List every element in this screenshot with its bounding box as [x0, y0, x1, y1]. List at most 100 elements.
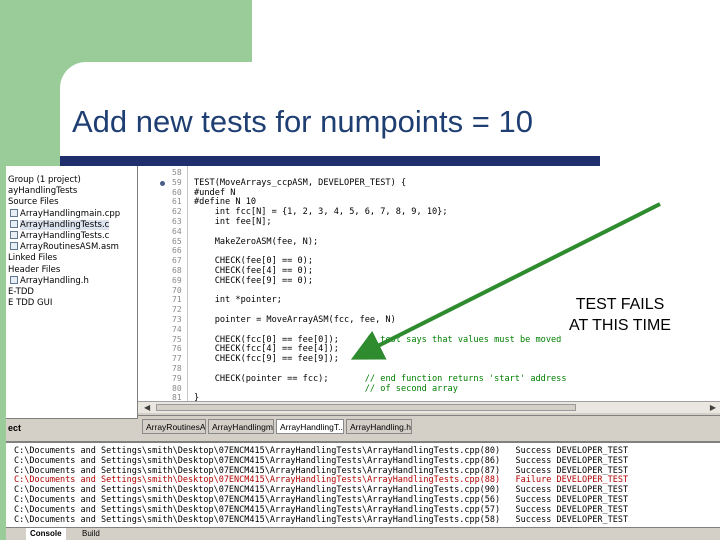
code-comment: // of second array [364, 383, 458, 394]
tree-item-label: E-TDD [8, 287, 34, 297]
code-text: #undef N [194, 187, 236, 198]
tree-item-label: Source Files [8, 197, 59, 208]
callout-text: TEST FAILS AT THIS TIME [560, 294, 680, 336]
scroll-left-icon[interactable]: ◀ [144, 403, 150, 412]
output-line: C:\Documents and Settings\smith\Desktop\… [14, 495, 629, 505]
code-line: // of second array [194, 384, 458, 394]
line-number: 67 [172, 256, 182, 266]
scrollbar-thumb[interactable] [156, 404, 576, 411]
line-number: 80 [172, 383, 182, 393]
scroll-right-icon[interactable]: ▶ [710, 403, 716, 412]
tree-item-label: Group (1 project) [8, 175, 81, 185]
source-file-icon [10, 208, 18, 217]
output-line: C:\Documents and Settings\smith\Desktop\… [14, 504, 629, 515]
code-line: int fcc[N] = {1, 2, 3, 4, 5, 6, 7, 8, 9,… [194, 207, 448, 217]
tree-item-label: ayHandlingTests [8, 186, 78, 197]
line-number: 62 [172, 207, 182, 217]
code-comment: // end function returns 'start' address [364, 373, 567, 384]
tree-item[interactable]: Source Files [8, 197, 59, 208]
callout-line-2: AT THIS TIME [569, 317, 671, 334]
tree-item[interactable]: Header Files [8, 265, 60, 276]
editor-tab[interactable]: ArrayHandling.h [346, 419, 412, 434]
editor-tab-bar: ArrayRoutinesA... ArrayHandlingm... ArrayH… [138, 415, 720, 438]
code-text: MakeZeroASM(fee, N); [194, 236, 319, 247]
line-number: 66 [172, 246, 182, 256]
tree-item[interactable]: E-TDD [8, 287, 34, 298]
code-line: #define N 10 [194, 197, 256, 207]
line-number: 69 [172, 275, 182, 285]
tree-item-label: ArrayHandling.h [20, 275, 89, 286]
tree-item-label: ArrayHandlingmain.cpp [20, 208, 121, 219]
line-number: 68 [172, 266, 182, 275]
editor-tab[interactable]: ArrayHandlingT... [276, 419, 344, 434]
callout-line-1: TEST FAILS [575, 296, 665, 313]
code-text: int *pointer; [194, 295, 282, 306]
code-line: #undef N [194, 188, 235, 198]
tree-item[interactable]: ArrayHandlingTests.c [10, 219, 110, 231]
slide-title: Add new tests for numpoints = 10 [72, 104, 533, 139]
line-number: 65 [172, 236, 182, 246]
source-file-icon [10, 242, 18, 251]
source-file-icon [10, 275, 18, 284]
output-tab-console[interactable]: Console [26, 528, 66, 540]
tree-item-label: Linked Files [8, 253, 58, 264]
editor-tab[interactable]: ArrayHandlingm... [208, 419, 274, 434]
workspace-tab[interactable]: ect [8, 423, 21, 433]
editor-horizontal-scrollbar[interactable]: ◀ ▶ [138, 401, 720, 413]
tree-item[interactable]: E TDD GUI [8, 298, 52, 309]
tree-item[interactable]: ArrayHandlingmain.cpp [10, 208, 121, 220]
code-line: CHECK(fcc[0] == fee[0]); // test says th… [194, 334, 562, 345]
source-file-icon [10, 231, 18, 239]
code-text: int fee[N]; [194, 217, 272, 227]
code-text: int fcc[N] = {1, 2, 3, 4, 5, 6, 7, 8, 9,… [194, 207, 448, 218]
tree-item[interactable]: ArrayHandling.h [10, 275, 89, 287]
tree-item[interactable]: ArrayRoutinesASM.asm [10, 242, 119, 253]
code-line: CHECK(fee[4] == 0); [194, 266, 313, 276]
line-number: 78 [172, 364, 182, 373]
output-tab-build[interactable]: Build [78, 528, 104, 540]
code-text: pointer = MoveArrayASM(fcc, fee, N) [194, 315, 396, 325]
tree-item[interactable]: ayHandlingTests [8, 186, 77, 197]
tree-item-label: E TDD GUI [8, 298, 53, 309]
code-line: MakeZeroASM(fee, N); [194, 236, 319, 247]
code-line: CHECK(fcc[9] == fee[9]); [194, 354, 339, 364]
code-line: CHECK(pointer == fcc); // end function r… [194, 374, 567, 384]
code-line: CHECK(fee[9] == 0); [194, 276, 313, 286]
editor-gutter: 58 59 60 61 62 63 64 65 66 67 68 69 70 71 72 73 74 75 76 77… [138, 166, 188, 401]
code-text: } [194, 393, 200, 401]
code-comment: // test says that values must be moved [364, 334, 562, 345]
output-line: C:\Documents and Settings\smith\Desktop\… [14, 446, 629, 456]
source-file-icon [10, 219, 18, 228]
tree-item-label: ArrayHandlingTests.c [20, 219, 110, 230]
line-number: 79 [172, 373, 182, 383]
line-number: 73 [172, 315, 182, 324]
code-text: CHECK(fcc[9] == fee[9]); [194, 354, 339, 365]
output-line: C:\Documents and Settings\smith\Desktop\… [14, 455, 629, 466]
workspace-tab-bar: ect [6, 418, 138, 438]
code-text: #define N 10 [194, 197, 257, 208]
code-text: CHECK(fee[0] == 0); [194, 256, 313, 267]
code-line: CHECK(fcc[4] == fee[4]); [194, 344, 339, 354]
output-console: C:\Documents and Settings\smith\Desktop\… [6, 441, 720, 527]
tree-item-label: ArrayRoutinesASM.asm [20, 242, 119, 253]
editor-tab[interactable]: ArrayRoutinesA... [142, 419, 206, 434]
code-editor[interactable]: 58 59 60 61 62 63 64 65 66 67 68 69 70 71 72 73 74 75 76 77… [138, 166, 720, 401]
current-line-marker-icon [160, 181, 165, 186]
line-number: 75 [172, 334, 182, 344]
tree-item-label: ArrayHandlingTests.c [20, 231, 110, 241]
ide-screenshot: Group (1 project) ayHandlingTests Source F… [6, 166, 720, 540]
code-text: CHECK(pointer == fcc); [194, 373, 365, 384]
line-number: 60 [172, 187, 182, 197]
code-line: pointer = MoveArrayASM(fcc, fee, N) [194, 315, 396, 325]
workspace-tree: Group (1 project) ayHandlingTests Source F… [6, 166, 138, 418]
code-text: CHECK(fee[4] == 0); [194, 266, 313, 276]
code-line: int fee[N]; [194, 217, 272, 227]
tree-item[interactable]: Linked Files [8, 253, 57, 264]
line-number: 59 [172, 177, 182, 187]
line-number: 74 [172, 324, 182, 334]
code-line: CHECK(fee[0] == 0); [194, 256, 313, 266]
tree-item[interactable]: ArrayHandlingTests.c [10, 231, 109, 242]
output-line: C:\Documents and Settings\smith\Desktop\… [14, 485, 629, 496]
output-line: C:\Documents and Settings\smith\Desktop\… [14, 514, 629, 525]
tree-item[interactable]: Group (1 project) [8, 175, 81, 186]
